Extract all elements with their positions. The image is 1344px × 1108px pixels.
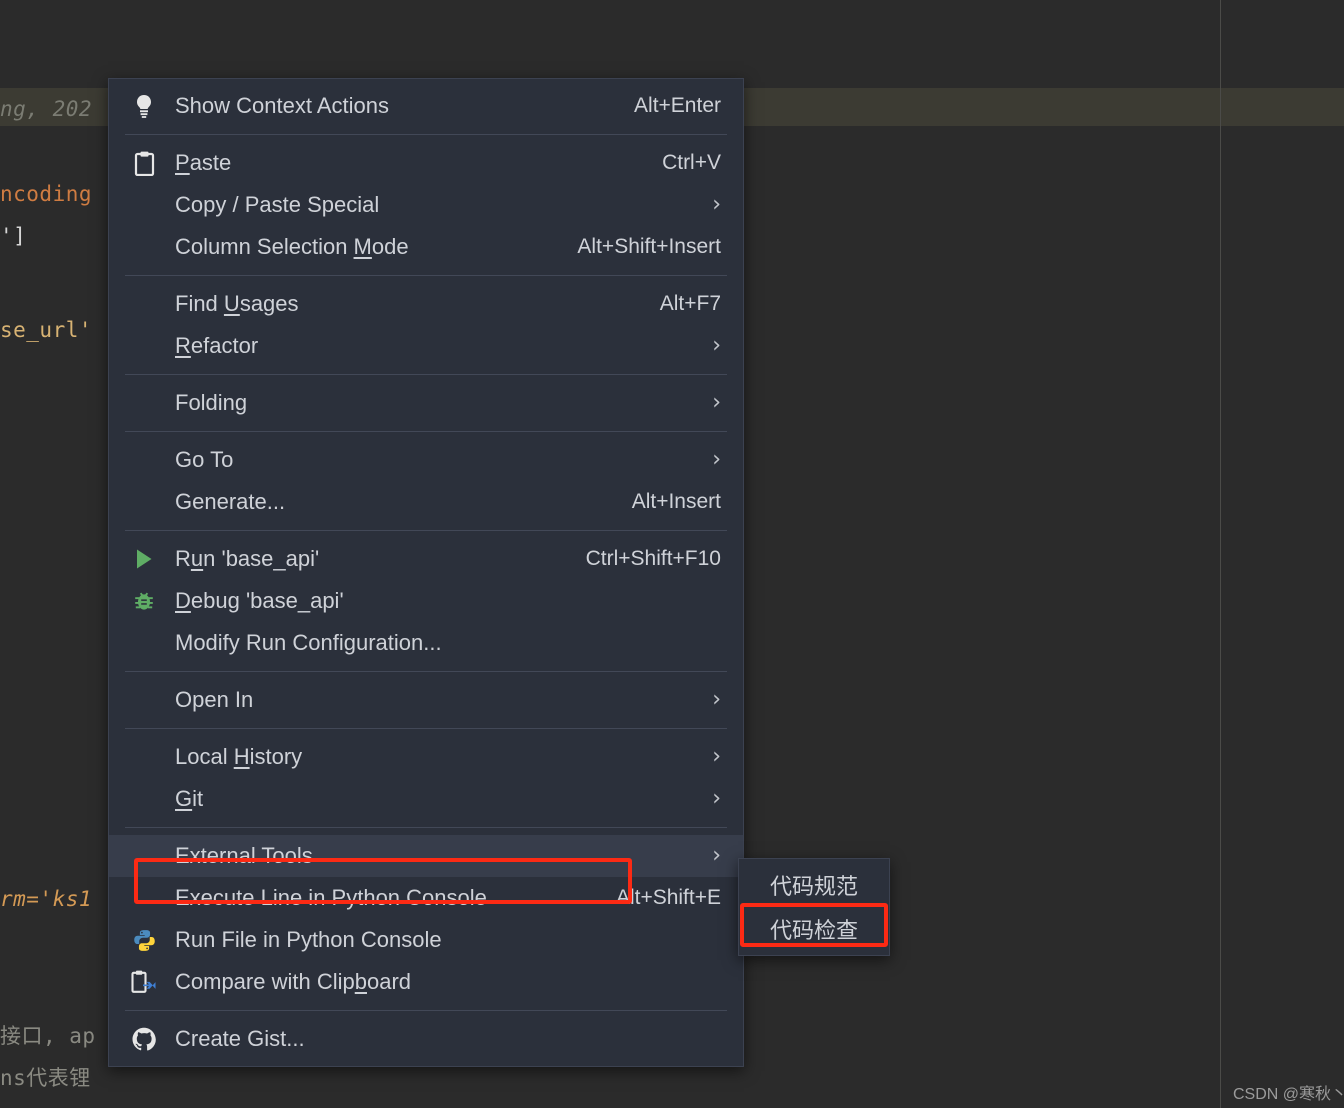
menu-item-local-history[interactable]: Local History ›	[109, 736, 743, 778]
code-line: ncoding	[0, 182, 93, 206]
menu-item-run-file-in-python-console[interactable]: Run File in Python Console	[109, 919, 743, 961]
chevron-right-icon: ›	[712, 744, 721, 769]
no-icon	[129, 390, 159, 416]
menu-item-label: Modify Run Configuration...	[175, 630, 442, 655]
code-line: ng, 202	[0, 97, 93, 121]
menu-item-label: Copy / Paste Special	[175, 192, 380, 217]
menu-item-find-usages[interactable]: Find Usages Alt+F7	[109, 283, 743, 325]
no-icon	[129, 630, 159, 656]
menu-separator	[125, 275, 727, 276]
menu-item-shortcut: Alt+Shift+E	[615, 886, 721, 909]
menu-item-shortcut: Alt+Shift+Insert	[577, 235, 721, 258]
menu-item-label: Column Selection Mode	[175, 234, 409, 259]
menu-item-shortcut: Alt+Enter	[634, 94, 721, 117]
python-icon	[129, 927, 159, 953]
menu-item-git[interactable]: Git ›	[109, 778, 743, 820]
clipboard-icon	[129, 150, 159, 176]
no-icon	[129, 192, 159, 218]
menu-item-show-context-actions[interactable]: Show Context Actions Alt+Enter	[109, 85, 743, 127]
lightbulb-icon	[129, 93, 159, 119]
menu-item-label: Create Gist...	[175, 1026, 305, 1051]
no-icon	[129, 744, 159, 770]
code-line: se_url'	[0, 318, 93, 342]
menu-item-go-to[interactable]: Go To ›	[109, 439, 743, 481]
menu-item-paste[interactable]: Paste Ctrl+V	[109, 142, 743, 184]
chevron-right-icon: ›	[712, 333, 721, 358]
code-line: rm='ks1	[0, 887, 93, 911]
menu-separator	[125, 134, 727, 135]
menu-item-copy-paste-special[interactable]: Copy / Paste Special ›	[109, 184, 743, 226]
menu-item-label: Run 'base_api'	[175, 546, 320, 571]
chevron-right-icon: ›	[712, 786, 721, 811]
menu-item-execute-line-in-python-console[interactable]: Execute Line in Python Console Alt+Shift+…	[109, 877, 743, 919]
no-icon	[129, 786, 159, 812]
menu-item-label: Go To	[175, 447, 234, 472]
menu-item-label: Find Usages	[175, 291, 299, 316]
editor-context-menu[interactable]: Show Context Actions Alt+Enter Paste Ctrl+V…	[108, 78, 744, 1067]
menu-item-label: Open In	[175, 687, 254, 712]
chevron-right-icon: ›	[712, 687, 721, 712]
menu-item-label: Run File in Python Console	[175, 927, 442, 952]
menu-item-label: External Tools	[175, 843, 313, 868]
menu-item-label: Folding	[175, 390, 248, 415]
external-tools-submenu[interactable]: 代码规范 代码检查	[738, 858, 890, 956]
screen-root: ng, 202 ncoding '] se_url' rm='ks1 接口, ap ns代表…	[0, 0, 1344, 1108]
menu-item-modify-run-configuration[interactable]: Modify Run Configuration...	[109, 622, 743, 664]
menu-item-shortcut: Ctrl+Shift+F10	[585, 547, 721, 570]
menu-item-column-selection-mode[interactable]: Column Selection Mode Alt+Shift+Insert	[109, 226, 743, 268]
code-line: ']	[0, 224, 27, 248]
no-icon	[129, 489, 159, 515]
github-icon	[129, 1026, 159, 1052]
menu-item-compare-with-clipboard[interactable]: Compare with Clipboard	[109, 961, 743, 1003]
no-icon	[129, 843, 159, 869]
menu-separator	[125, 827, 727, 828]
menu-separator	[125, 374, 727, 375]
menu-item-debug-base-api[interactable]: Debug 'base_api'	[109, 580, 743, 622]
menu-item-external-tools[interactable]: External Tools ›	[109, 835, 743, 877]
no-icon	[129, 885, 159, 911]
menu-item-shortcut: Alt+Insert	[631, 490, 721, 513]
no-icon	[129, 447, 159, 473]
indent-guide-line	[1220, 0, 1221, 1108]
chevron-right-icon: ›	[712, 843, 721, 868]
menu-item-label: Paste	[175, 150, 232, 175]
submenu-item-1[interactable]: 代码规范	[739, 863, 889, 907]
menu-item-label: Git	[175, 786, 204, 811]
menu-separator	[125, 431, 727, 432]
menu-item-label: Local History	[175, 744, 303, 769]
code-line: 接口, ap	[0, 1024, 96, 1048]
submenu-item-2[interactable]: 代码检查	[739, 907, 889, 951]
menu-separator	[125, 530, 727, 531]
run-icon	[129, 546, 159, 572]
menu-separator	[125, 1010, 727, 1011]
menu-item-label: Debug 'base_api'	[175, 588, 344, 613]
menu-item-folding[interactable]: Folding ›	[109, 382, 743, 424]
debug-icon	[129, 588, 159, 614]
compare-clipboard-icon	[129, 969, 159, 995]
menu-item-label: Generate...	[175, 489, 286, 514]
chevron-right-icon: ›	[712, 390, 721, 415]
menu-item-run-base-api[interactable]: Run 'base_api' Ctrl+Shift+F10	[109, 538, 743, 580]
menu-item-label: Compare with Clipboard	[175, 969, 412, 994]
menu-item-label: Show Context Actions	[175, 93, 390, 118]
menu-item-open-in[interactable]: Open In ›	[109, 679, 743, 721]
code-line: ns代表锂	[0, 1066, 91, 1090]
menu-separator	[125, 671, 727, 672]
menu-item-shortcut: Ctrl+V	[662, 151, 721, 174]
menu-item-label: Refactor	[175, 333, 259, 358]
menu-item-create-gist[interactable]: Create Gist...	[109, 1018, 743, 1060]
menu-separator	[125, 728, 727, 729]
menu-item-label: Execute Line in Python Console	[175, 885, 487, 910]
no-icon	[129, 687, 159, 713]
menu-item-refactor[interactable]: Refactor ›	[109, 325, 743, 367]
menu-item-shortcut: Alt+F7	[659, 292, 721, 315]
no-icon	[129, 234, 159, 260]
chevron-right-icon: ›	[712, 192, 721, 217]
chevron-right-icon: ›	[712, 447, 721, 472]
csdn-watermark: CSDN @寒秋丶	[1233, 1086, 1344, 1103]
no-icon	[129, 333, 159, 359]
menu-item-generate[interactable]: Generate... Alt+Insert	[109, 481, 743, 523]
no-icon	[129, 291, 159, 317]
